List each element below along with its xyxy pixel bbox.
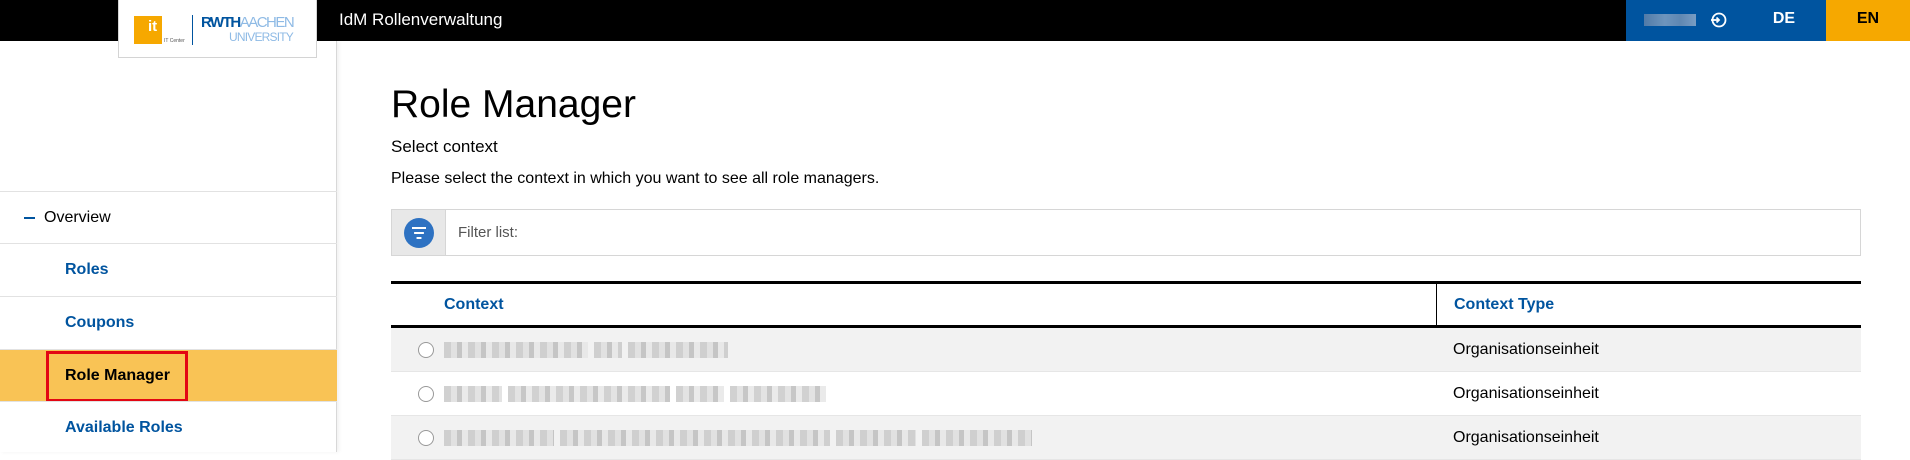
context-cell-redacted <box>444 430 1038 446</box>
language-de-button[interactable]: DE <box>1742 0 1826 41</box>
table-row[interactable]: Organisationseinheit <box>391 372 1861 416</box>
user-logout-button[interactable] <box>1626 0 1742 41</box>
app-title: IdM Rollenverwaltung <box>339 10 503 29</box>
sidebar-item-label: Available Roles <box>65 419 183 436</box>
rwth-brand: RWTH <box>201 14 241 31</box>
context-type-cell: Organisationseinheit <box>1453 429 1599 446</box>
row-radio[interactable] <box>418 342 434 358</box>
context-cell-redacted <box>444 386 832 402</box>
table-row[interactable]: Organisationseinheit <box>391 328 1861 372</box>
column-header-context-type[interactable]: Context Type <box>1436 284 1861 325</box>
context-table: Context Context Type Organisationseinhei… <box>391 281 1861 460</box>
it-center-label: IT Center <box>164 38 185 44</box>
logo[interactable]: it IT Center RWTHAACHEN UNIVERSITY <box>118 0 317 58</box>
sidebar-item-label: Coupons <box>65 314 135 331</box>
collapse-minus-icon <box>24 217 35 219</box>
sidebar-item-role-manager[interactable]: Role Manager <box>0 349 337 402</box>
sidebar-item-label: Roles <box>65 261 109 278</box>
description: Please select the context in which you w… <box>391 170 880 187</box>
language-en-button[interactable]: EN <box>1826 0 1910 41</box>
user-name-redacted <box>1644 14 1696 26</box>
context-type-cell: Organisationseinheit <box>1453 385 1599 402</box>
it-logo-letters: it <box>148 18 158 35</box>
university-brand: UNIVERSITY <box>229 30 294 44</box>
logout-icon <box>1711 12 1727 28</box>
sidebar-item-available-roles[interactable]: Available Roles <box>0 401 337 453</box>
sidebar: Overview Roles Coupons Role Manager Avai… <box>0 41 337 452</box>
row-radio[interactable] <box>418 386 434 402</box>
sidebar-item-label: Overview <box>44 209 111 226</box>
row-radio[interactable] <box>418 430 434 446</box>
sidebar-item-roles[interactable]: Roles <box>0 243 337 295</box>
context-cell-redacted <box>444 342 734 358</box>
column-header-context[interactable]: Context <box>444 284 504 325</box>
filter-button[interactable] <box>392 210 446 255</box>
subheading: Select context <box>391 137 498 156</box>
filter-input[interactable] <box>446 210 1860 255</box>
rwth-logo-text: RWTHAACHEN <box>201 14 295 31</box>
table-header: Context Context Type <box>391 281 1861 328</box>
page-title: Role Manager <box>391 83 636 126</box>
filter-icon <box>404 218 434 248</box>
logo-divider <box>192 15 193 45</box>
sidebar-item-coupons[interactable]: Coupons <box>0 296 337 348</box>
highlight-annotation <box>46 351 188 402</box>
aachen-brand: AACHEN <box>239 14 295 31</box>
filter-bar <box>391 209 1861 256</box>
context-type-cell: Organisationseinheit <box>1453 341 1599 358</box>
table-row[interactable]: Organisationseinheit <box>391 416 1861 460</box>
sidebar-item-overview[interactable]: Overview <box>0 191 337 243</box>
